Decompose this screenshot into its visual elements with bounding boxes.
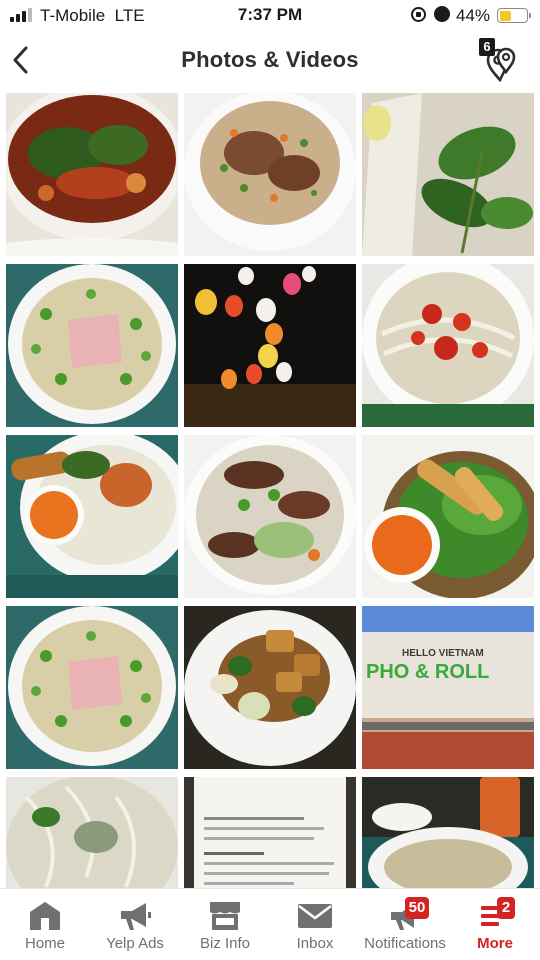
photo-soup-with-herbs[interactable] bbox=[6, 93, 178, 256]
orientation-lock-icon bbox=[411, 7, 426, 22]
tab-label: More bbox=[477, 935, 513, 952]
more-badge: 2 bbox=[497, 897, 515, 919]
photo-table-with-drink[interactable] bbox=[362, 777, 534, 888]
alarm-icon bbox=[434, 6, 450, 22]
battery-percent: 44% bbox=[456, 6, 491, 25]
photo-storefront-sign[interactable]: HELLO VIETNAM PHO & ROLL bbox=[362, 606, 534, 769]
map-locations-button[interactable]: 6 bbox=[476, 36, 522, 82]
photo-noodle-soup-chili[interactable] bbox=[362, 264, 534, 427]
battery-icon bbox=[497, 8, 531, 23]
photo-pho-bowl-2[interactable] bbox=[6, 606, 178, 769]
tab-label: Home bbox=[24, 935, 65, 952]
photo-fried-rice-with-beef[interactable] bbox=[184, 93, 356, 256]
photo-pho-with-bean-sprouts[interactable] bbox=[6, 777, 178, 888]
tab-home[interactable]: Home bbox=[0, 889, 90, 960]
notifications-badge: 50 bbox=[405, 897, 429, 919]
photo-menu-page[interactable] bbox=[184, 777, 356, 888]
bottom-tab-bar: Home Yelp Ads Biz Info Inbox 50 Notifica… bbox=[0, 888, 540, 960]
tab-label: Inbox bbox=[296, 935, 334, 952]
page-title: Photos & Videos bbox=[181, 47, 359, 72]
sign-line-1: HELLO VIETNAM bbox=[402, 648, 484, 659]
storefront-icon bbox=[210, 902, 240, 930]
nav-header: Photos & Videos 6 bbox=[0, 30, 540, 92]
sign-line-2: PHO & ROLL bbox=[366, 661, 489, 683]
megaphone-icon bbox=[121, 903, 151, 930]
photo-tofu-stir-fry[interactable] bbox=[184, 606, 356, 769]
photo-restaurant-lanterns[interactable] bbox=[184, 264, 356, 427]
tab-label: Notifications bbox=[364, 935, 446, 952]
tab-label: Yelp Ads bbox=[106, 935, 164, 952]
map-count-badge: 6 bbox=[479, 38, 495, 56]
tab-inbox[interactable]: Inbox bbox=[270, 889, 360, 960]
photo-vermicelli-shrimp-egg-roll[interactable] bbox=[6, 435, 178, 598]
tab-more[interactable]: 2 More bbox=[450, 889, 540, 960]
photo-grid: HELLO VIETNAM PHO & ROLL bbox=[6, 93, 536, 888]
tab-yelp-ads[interactable]: Yelp Ads bbox=[90, 889, 180, 960]
status-bar: T-Mobile LTE 7:37 PM 44% bbox=[0, 0, 540, 30]
photo-egg-rolls-lettuce[interactable] bbox=[362, 435, 534, 598]
photo-fresh-herbs-basil[interactable] bbox=[362, 93, 534, 256]
tab-notifications[interactable]: 50 Notifications bbox=[360, 889, 450, 960]
tab-label: Biz Info bbox=[199, 935, 251, 952]
photo-pho-bowl[interactable] bbox=[6, 264, 178, 427]
photo-grilled-beef-noodle-salad[interactable] bbox=[184, 435, 356, 598]
tab-biz-info[interactable]: Biz Info bbox=[180, 889, 270, 960]
store-icon bbox=[30, 902, 60, 930]
envelope-icon bbox=[298, 904, 332, 928]
